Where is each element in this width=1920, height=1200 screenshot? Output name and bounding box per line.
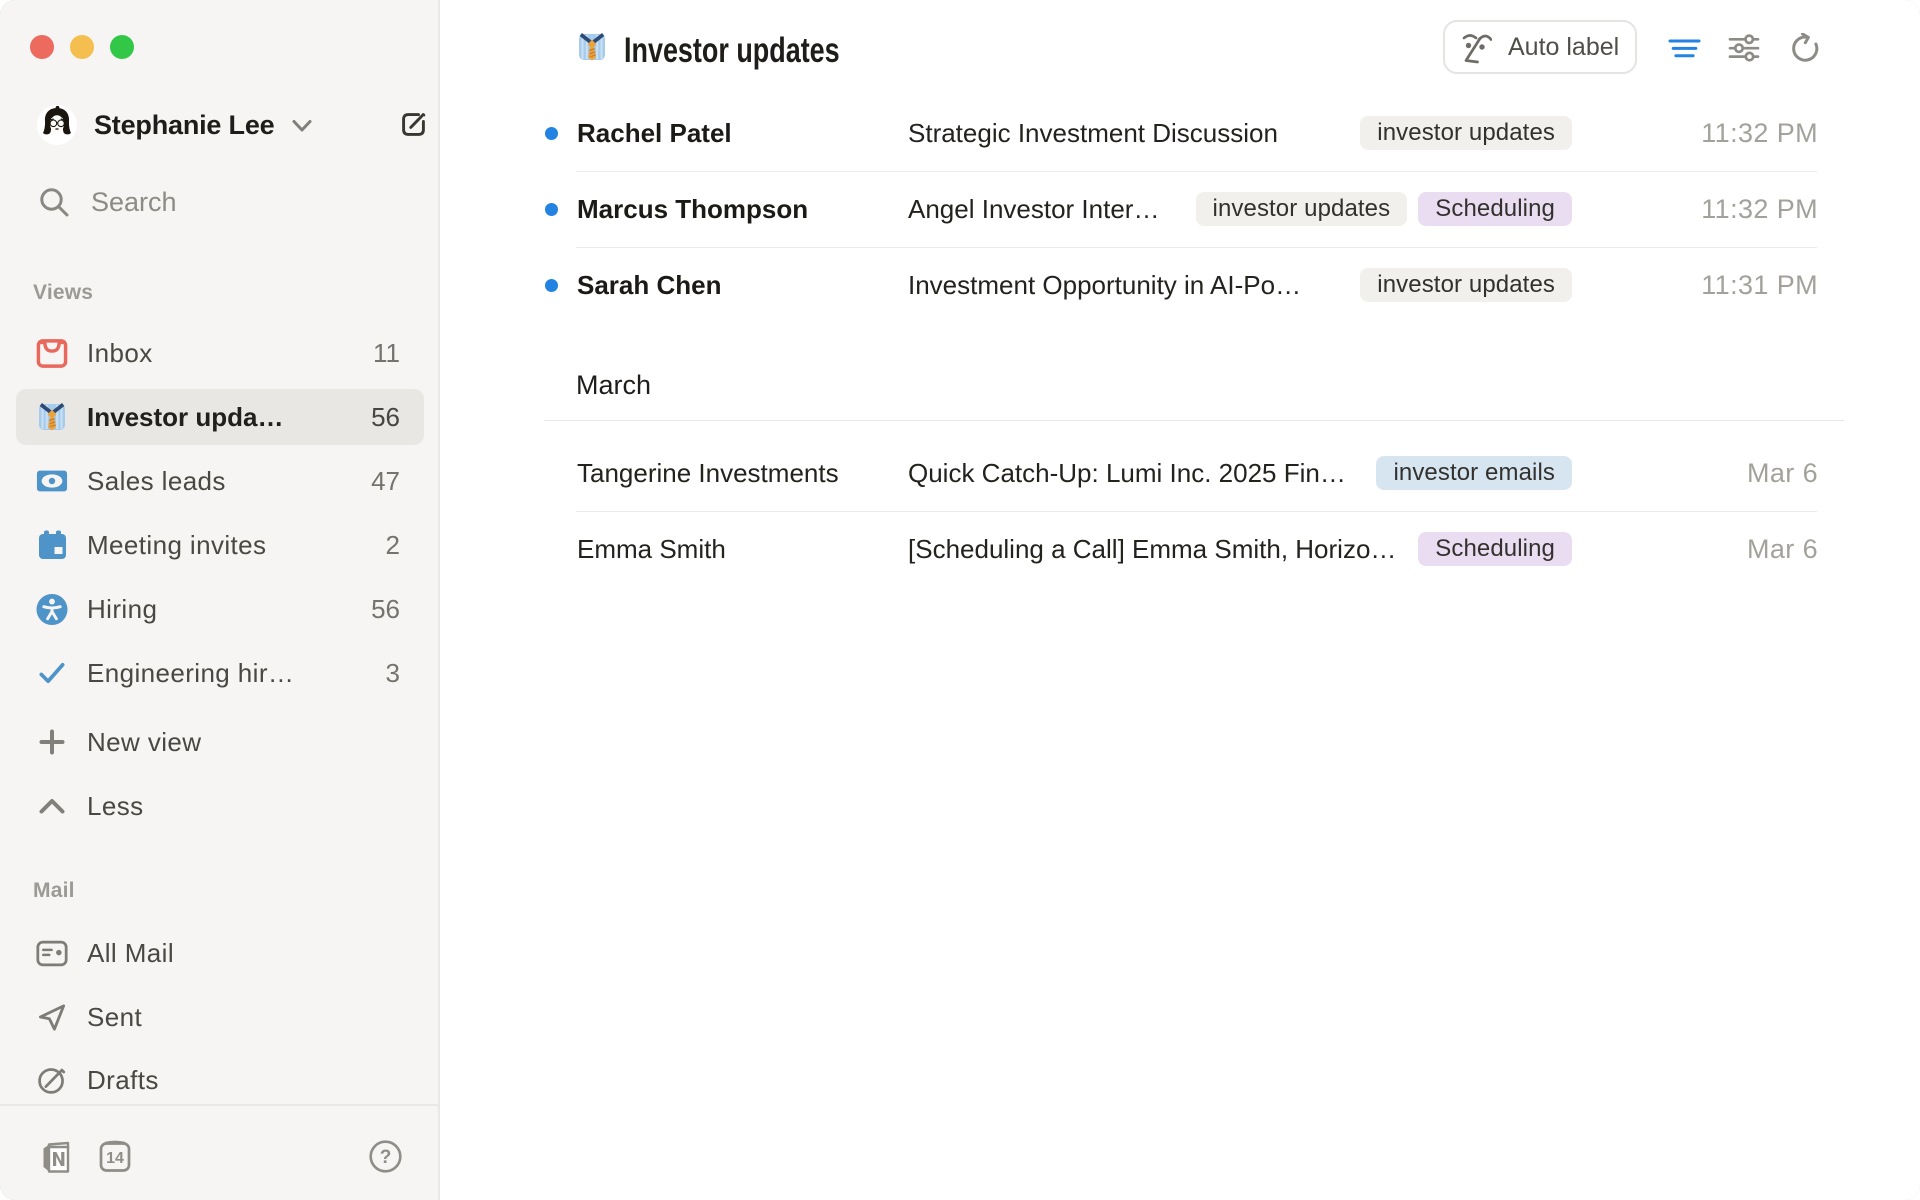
svg-text:14: 14 bbox=[106, 1150, 124, 1167]
svg-text:?: ? bbox=[380, 1147, 392, 1168]
